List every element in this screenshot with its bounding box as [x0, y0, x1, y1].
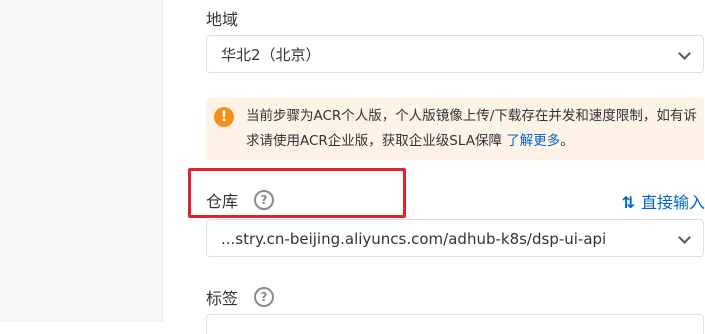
tag-select[interactable]	[206, 314, 704, 334]
chevron-down-icon	[678, 231, 691, 244]
repository-label: 仓库	[206, 192, 239, 211]
direct-input-button[interactable]: ⇅ 直接输入	[622, 189, 705, 213]
chevron-down-icon	[678, 47, 691, 60]
question-circle-icon[interactable]: ?	[254, 190, 274, 210]
region-label: 地域	[206, 10, 239, 29]
question-circle-icon[interactable]: ?	[254, 287, 274, 307]
notice-text: 当前步骤为ACR个人版，个人版镜像上传/下载存在并发和速度限制，如有诉求请使用A…	[246, 104, 698, 154]
tag-label: 标签	[206, 289, 239, 308]
notice-banner: ! 当前步骤为ACR个人版，个人版镜像上传/下载存在并发和速度限制，如有诉求请使…	[206, 98, 704, 160]
warning-icon: !	[214, 107, 234, 127]
region-select-value: 华北2（北京）	[221, 46, 321, 64]
repository-select[interactable]: ...stry.cn-beijing.aliyuncs.com/adhub-k8…	[206, 219, 704, 257]
learn-more-link[interactable]: 了解更多	[506, 133, 560, 149]
region-select[interactable]: 华北2（北京）	[206, 35, 704, 73]
form-panel: 地域 华北2（北京） ! 当前步骤为ACR个人版，个人版镜像上传/下载存在并发和…	[163, 0, 705, 334]
direct-input-label: 直接输入	[640, 193, 705, 212]
notice-suffix: 。	[560, 133, 574, 149]
left-sidebar	[0, 0, 163, 322]
repository-select-value: ...stry.cn-beijing.aliyuncs.com/adhub-k8…	[221, 230, 607, 248]
notice-message: 当前步骤为ACR个人版，个人版镜像上传/下载存在并发和速度限制，如有诉求请使用A…	[246, 108, 697, 149]
swap-vertical-icon: ⇅	[621, 193, 635, 212]
